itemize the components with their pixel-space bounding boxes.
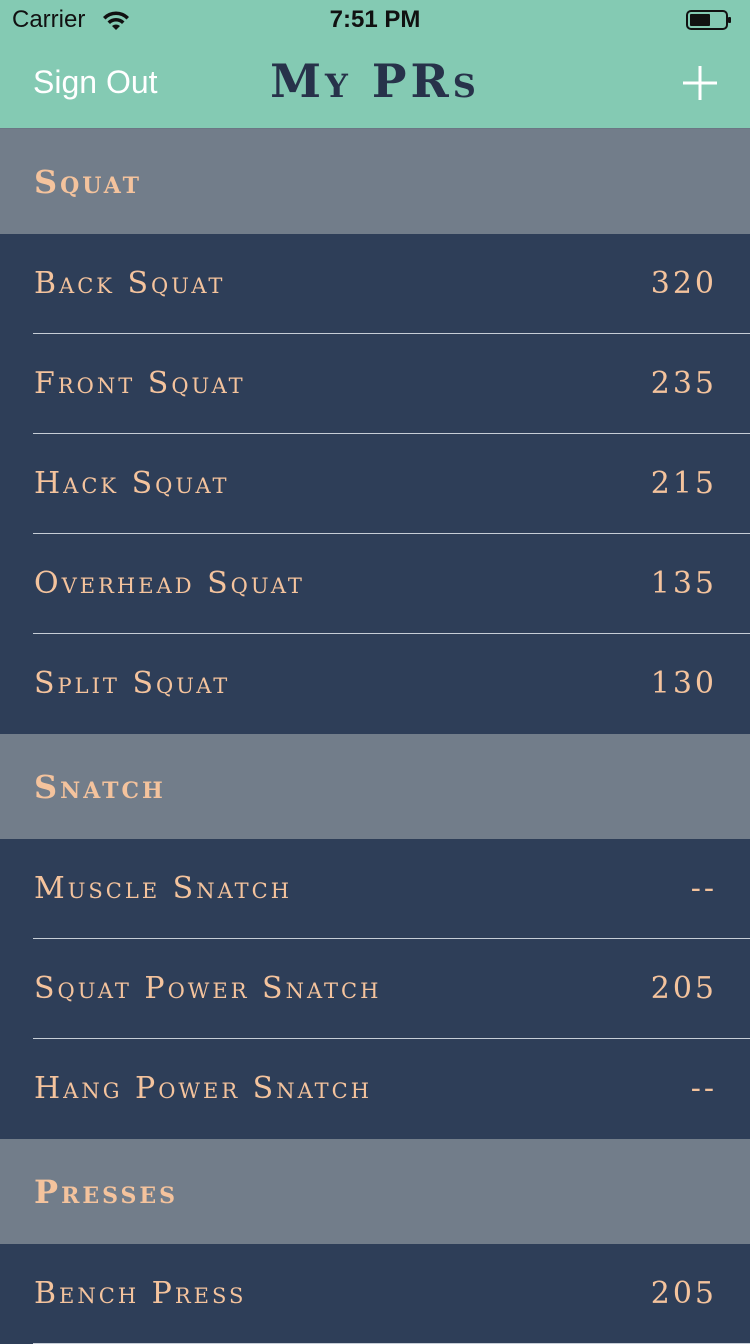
pr-value: -- (690, 1071, 717, 1106)
status-bar: Carrier 7:51 PM (0, 0, 750, 40)
pr-value: 135 (650, 566, 717, 601)
list-item[interactable]: Hack Squat 215 (0, 434, 750, 534)
navigation-bar: Sign Out My PRs (0, 40, 750, 129)
exercise-name: Bench Press (34, 1276, 247, 1311)
exercise-name: Overhead Squat (34, 566, 305, 601)
list-item[interactable]: Overhead Squat 135 (0, 534, 750, 634)
pr-value: 205 (650, 971, 717, 1006)
exercise-name: Hang Power Snatch (34, 1071, 373, 1106)
pr-value: 235 (650, 366, 717, 401)
list-item[interactable]: Hang Power Snatch -- (0, 1039, 750, 1139)
section-header-presses: Presses (0, 1139, 750, 1244)
exercise-name: Muscle Snatch (34, 871, 293, 906)
pr-value: 215 (650, 466, 717, 501)
status-time: 7:51 PM (329, 6, 421, 33)
section-title: Snatch (34, 768, 166, 806)
exercise-name: Hack Squat (34, 466, 230, 501)
pr-value: -- (690, 871, 717, 906)
section-title: Presses (34, 1173, 179, 1211)
list-item[interactable]: Front Squat 235 (0, 334, 750, 434)
list-item[interactable]: Split Squat 130 (0, 634, 750, 734)
pr-value: 130 (650, 666, 717, 701)
list-item[interactable]: Bench Press 205 (0, 1244, 750, 1344)
pr-value: 205 (650, 1276, 717, 1311)
section-header-squat: Squat (0, 129, 750, 234)
exercise-name: Back Squat (34, 266, 226, 301)
list-item[interactable]: Back Squat 320 (0, 234, 750, 334)
pr-value: 320 (650, 266, 717, 301)
pr-list: Squat Back Squat 320 Front Squat 235 Hac… (0, 129, 750, 1344)
page-title: My PRs (270, 54, 480, 108)
section-title: Squat (34, 163, 143, 201)
list-item[interactable]: Muscle Snatch -- (0, 839, 750, 939)
section-header-snatch: Snatch (0, 734, 750, 839)
plus-icon[interactable] (681, 64, 719, 102)
exercise-name: Split Squat (34, 666, 231, 701)
exercise-name: Squat Power Snatch (34, 971, 382, 1006)
list-item[interactable]: Squat Power Snatch 205 (0, 939, 750, 1039)
battery-icon (686, 10, 731, 30)
exercise-name: Front Squat (34, 366, 246, 401)
